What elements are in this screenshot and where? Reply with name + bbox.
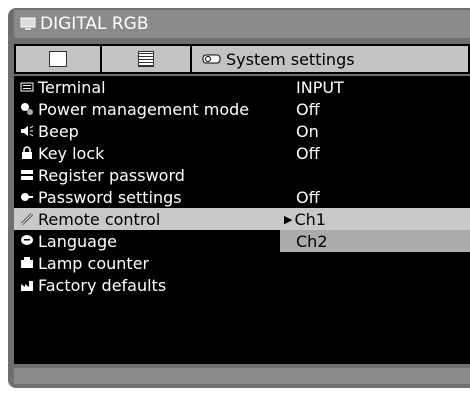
settings-menu: Terminal INPUT Power management mode Off… [14,76,470,364]
remote-option-ch2[interactable]: Ch2 [296,232,328,251]
menu-value: INPUT [296,77,344,97]
terminal-icon [20,82,34,92]
menu-row-password-settings[interactable]: Password settings Off [14,186,470,208]
empty-row [14,318,470,340]
menu-row-power-management[interactable]: Power management mode Off [14,98,470,120]
power-icon [21,103,33,115]
lock-icon [22,146,32,159]
menu-row-language[interactable]: Language Ch2 [14,230,470,252]
menu-label: Key lock [38,143,105,163]
tab-system-settings[interactable]: System settings [192,46,468,72]
menu-value: Off [296,143,320,163]
empty-row [14,296,470,318]
menu-value: Off [296,187,320,207]
menu-label: Power management mode [38,99,250,119]
speech-bubble-icon [21,235,33,245]
remote-icon [20,212,34,226]
picture-icon [49,51,67,67]
keyboard-icon [21,170,33,180]
tab-system-settings-label: System settings [226,49,355,69]
tab-bar: System settings [14,44,470,74]
menu-row-beep[interactable]: Beep On [14,120,470,142]
menu-label: Lamp counter [38,253,150,273]
menu-row-remote-control[interactable]: Remote control ▶ Ch1 [14,208,470,230]
menu-label: Factory defaults [38,275,167,295]
status-bar [14,368,470,384]
screen-settings-icon [138,51,154,67]
menu-label: Password settings [38,187,182,207]
menu-label: Terminal [38,77,106,97]
projector-icon [202,54,221,64]
factory-icon [21,281,33,291]
menu-label: Register password [38,165,185,185]
menu-label: Remote control [38,209,161,229]
title-bar: DIGITAL RGB [14,10,470,38]
menu-label: Language [38,231,117,251]
tab-picture[interactable] [16,46,102,72]
password-icon [21,193,33,201]
menu-row-key-lock[interactable]: Key lock Off [14,142,470,164]
source-title: DIGITAL RGB [40,14,149,34]
caret-right-icon: ▶ [284,212,293,226]
menu-row-lamp-counter[interactable]: Lamp counter [14,252,470,274]
remote-option-ch1[interactable]: Ch1 [294,210,326,229]
monitor-icon [20,17,36,30]
tab-screen[interactable] [102,46,192,72]
menu-value: Off [296,99,320,119]
menu-value: On [296,121,319,141]
menu-row-register-password[interactable]: Register password [14,164,470,186]
menu-row-terminal[interactable]: Terminal INPUT [14,76,470,98]
lamp-icon [21,257,33,268]
menu-row-factory-defaults[interactable]: Factory defaults [14,274,470,296]
speaker-icon [21,125,34,137]
menu-label: Beep [38,121,79,141]
